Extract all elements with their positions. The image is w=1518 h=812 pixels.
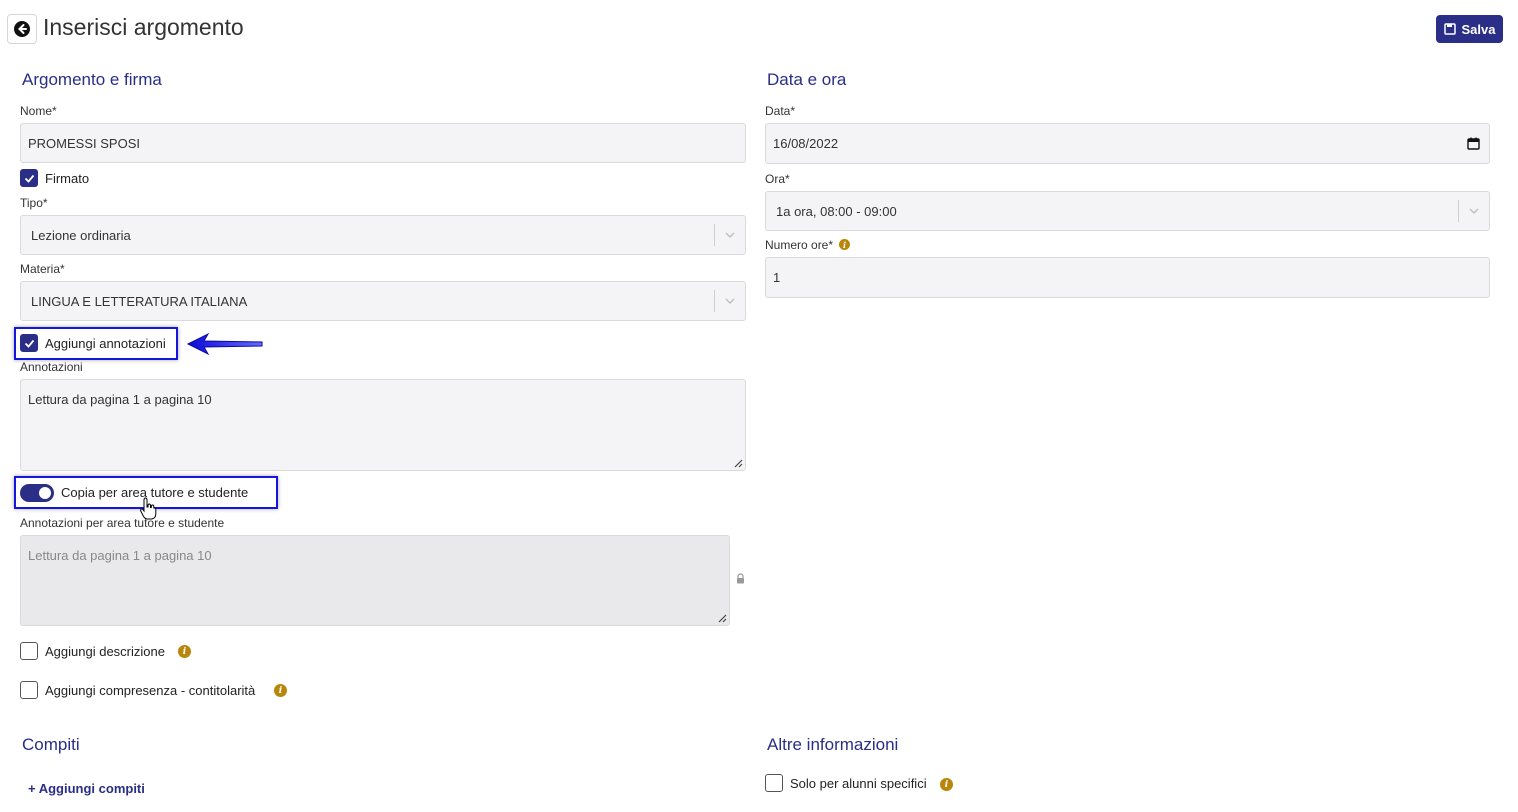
info-icon[interactable]: i <box>178 645 191 658</box>
aggiungi-annotazioni-checkbox[interactable] <box>20 334 38 352</box>
calendar-icon[interactable] <box>1467 137 1480 150</box>
chevron-down-icon <box>1469 208 1479 214</box>
section-title-compiti: Compiti <box>22 735 80 754</box>
annotazioni-value: Lettura da pagina 1 a pagina 10 <box>28 392 212 407</box>
nome-label: Nome* <box>20 104 57 118</box>
annotazioni-label: Annotazioni <box>20 360 83 374</box>
check-icon <box>24 339 34 348</box>
chevron-down-icon <box>725 298 735 304</box>
nome-value: PROMESSI SPOSI <box>28 135 140 151</box>
data-input[interactable]: 16/08/2022 <box>765 123 1490 164</box>
info-icon[interactable]: i <box>940 778 953 791</box>
lock-icon <box>737 573 744 584</box>
solo-alunni-checkbox[interactable] <box>765 774 783 792</box>
select-separator <box>1458 200 1459 222</box>
ora-value: 1a ora, 08:00 - 09:00 <box>776 203 897 219</box>
materia-value: LINGUA E LETTERATURA ITALIANA <box>31 293 248 309</box>
data-label: Data* <box>765 104 796 118</box>
aggiungi-compresenza-label: Aggiungi compresenza - contitolarità <box>45 683 256 698</box>
materia-label: Materia* <box>20 262 65 276</box>
pointer-arrow-icon <box>186 332 263 356</box>
tipo-value: Lezione ordinaria <box>31 227 131 243</box>
firmato-checkbox[interactable] <box>20 169 38 187</box>
ora-select[interactable]: 1a ora, 08:00 - 09:00 <box>765 191 1490 231</box>
ora-label: Ora* <box>765 172 790 186</box>
aggiungi-descrizione-checkbox[interactable] <box>20 642 38 660</box>
copia-toggle[interactable] <box>20 484 54 502</box>
back-button[interactable] <box>7 14 37 44</box>
annotazioni-tutore-label: Annotazioni per area tutore e studente <box>20 516 225 530</box>
add-compiti-link[interactable]: + Aggiungi compiti <box>28 781 145 796</box>
check-icon <box>24 174 34 183</box>
save-button-label: Salva <box>1461 21 1496 37</box>
materia-select[interactable]: LINGUA E LETTERATURA ITALIANA <box>20 281 746 321</box>
select-separator <box>714 224 715 246</box>
firmato-label: Firmato <box>45 171 90 186</box>
aggiungi-annotazioni-label: Aggiungi annotazioni <box>45 336 166 351</box>
tipo-label: Tipo* <box>20 196 48 210</box>
nome-input[interactable]: PROMESSI SPOSI <box>20 123 746 163</box>
tipo-select[interactable]: Lezione ordinaria <box>20 215 746 255</box>
annotazioni-textarea[interactable]: Lettura da pagina 1 a pagina 10 <box>20 379 746 471</box>
page-title: Inserisci argomento <box>43 14 244 40</box>
annotazioni-tutore-textarea: Lettura da pagina 1 a pagina 10 <box>20 535 730 626</box>
aggiungi-descrizione-label: Aggiungi descrizione <box>45 644 165 659</box>
section-title-data-ora: Data e ora <box>767 70 847 89</box>
info-icon[interactable]: i <box>839 239 850 250</box>
aggiungi-compresenza-checkbox[interactable] <box>20 681 38 699</box>
chevron-down-icon <box>725 232 735 238</box>
info-icon[interactable]: i <box>274 684 287 697</box>
toggle-knob <box>39 487 51 499</box>
resize-grip-icon <box>718 614 727 623</box>
floppy-disk-icon <box>1443 23 1456 35</box>
save-button[interactable]: Salva <box>1436 15 1503 43</box>
numero-ore-input[interactable]: 1 <box>765 257 1490 298</box>
select-separator <box>714 290 715 312</box>
resize-grip-icon[interactable] <box>734 459 743 468</box>
arrow-left-circle-icon <box>14 21 30 37</box>
numero-ore-value: 1 <box>773 270 781 285</box>
section-title-altre-informazioni: Altre informazioni <box>767 735 899 754</box>
annotazioni-tutore-value: Lettura da pagina 1 a pagina 10 <box>28 548 212 563</box>
numero-ore-label: Numero ore* <box>765 238 834 252</box>
section-title-argomento: Argomento e firma <box>22 70 162 89</box>
data-value: 16/08/2022 <box>773 136 839 151</box>
solo-alunni-label: Solo per alunni specifici <box>790 776 927 791</box>
